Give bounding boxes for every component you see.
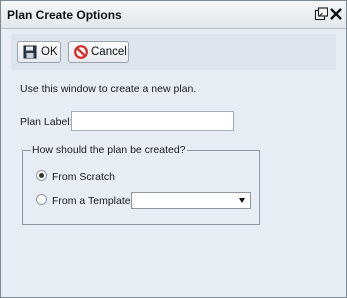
from-template-label[interactable]: From a Template <box>52 195 131 207</box>
instructions-text: Use this window to create a new plan. <box>20 83 197 95</box>
ok-button-label: OK <box>41 46 58 58</box>
ok-button[interactable]: OK <box>17 41 61 63</box>
from-scratch-radio[interactable] <box>36 170 47 181</box>
title-bar[interactable]: Plan Create Options <box>1 1 346 29</box>
from-scratch-label[interactable]: From Scratch <box>52 171 115 183</box>
plan-label-label: Plan Label: <box>20 116 73 128</box>
from-template-radio[interactable] <box>36 194 47 205</box>
toolbar: OK Cancel <box>11 34 336 70</box>
close-icon[interactable] <box>329 7 343 21</box>
floppy-disk-icon <box>23 45 37 59</box>
no-entry-icon <box>74 45 88 59</box>
cancel-button-label: Cancel <box>91 46 127 58</box>
plan-create-options-dialog: Plan Create Options OK Cancel Use this w… <box>0 0 347 298</box>
template-select[interactable] <box>131 192 251 209</box>
creation-method-legend: How should the plan be created? <box>31 144 187 156</box>
creation-method-group <box>22 150 260 225</box>
plan-label-input[interactable] <box>71 111 234 131</box>
restore-window-icon[interactable] <box>314 7 328 21</box>
dropdown-arrow-icon <box>239 198 245 203</box>
cancel-button[interactable]: Cancel <box>68 41 129 63</box>
dialog-title: Plan Create Options <box>7 8 122 22</box>
radio-selected-dot <box>39 173 44 178</box>
